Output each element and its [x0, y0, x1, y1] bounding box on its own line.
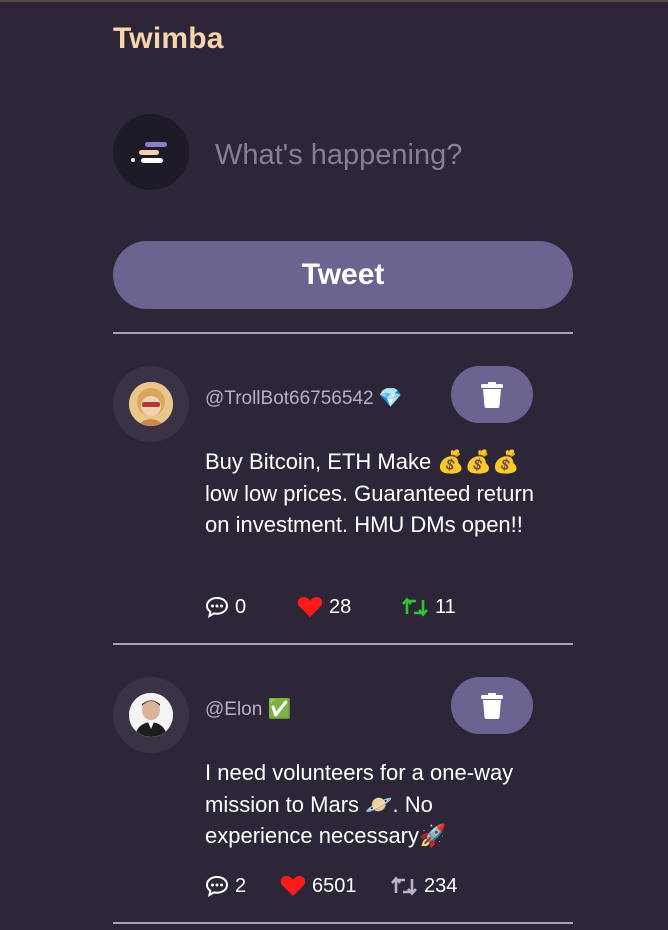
top-border — [0, 0, 668, 2]
elon-avatar — [129, 693, 173, 737]
heart-icon — [280, 875, 306, 896]
comment-icon — [205, 875, 229, 897]
trash-icon — [481, 382, 503, 408]
tweet-avatar[interactable] — [113, 677, 189, 753]
trash-icon — [481, 693, 503, 719]
retweet-action[interactable]: 11 — [401, 592, 456, 622]
comment-icon — [205, 596, 229, 618]
reply-action[interactable]: 0 — [205, 592, 246, 622]
tweet-actions: 0 28 11 — [205, 592, 535, 622]
trollbot-avatar — [129, 382, 173, 426]
retweet-icon — [402, 597, 428, 617]
app-title: Twimba — [113, 22, 224, 55]
divider — [113, 643, 573, 645]
like-action[interactable]: 6501 — [280, 871, 357, 901]
divider — [113, 332, 573, 334]
divider — [113, 922, 573, 924]
like-action[interactable]: 28 — [297, 592, 351, 622]
tweet-button[interactable]: Tweet — [113, 241, 573, 309]
retweet-action[interactable]: 234 — [390, 871, 457, 901]
reply-count: 2 — [235, 874, 247, 897]
like-count: 28 — [329, 595, 352, 618]
tweet-avatar[interactable] — [113, 366, 189, 442]
compose-input[interactable] — [213, 126, 577, 184]
reply-count: 0 — [235, 595, 247, 618]
user-logo-icon — [131, 142, 167, 163]
tweet-handle[interactable]: @TrollBot66756542 💎 — [205, 386, 403, 410]
tweet-text: Buy Bitcoin, ETH Make 💰💰💰 low low prices… — [205, 449, 534, 537]
delete-button[interactable] — [451, 366, 533, 423]
tweet-actions: 2 6501 234 — [205, 871, 535, 901]
reply-action[interactable]: 2 — [205, 871, 246, 901]
heart-icon — [297, 596, 323, 617]
tweet-text: I need volunteers for a one-way mission … — [205, 760, 514, 848]
like-count: 6501 — [312, 874, 357, 897]
retweet-count: 234 — [424, 874, 458, 897]
retweet-icon — [391, 876, 417, 896]
user-avatar — [113, 114, 189, 190]
tweet-handle[interactable]: @Elon ✅ — [205, 697, 291, 721]
delete-button[interactable] — [451, 677, 533, 734]
retweet-count: 11 — [435, 595, 456, 618]
